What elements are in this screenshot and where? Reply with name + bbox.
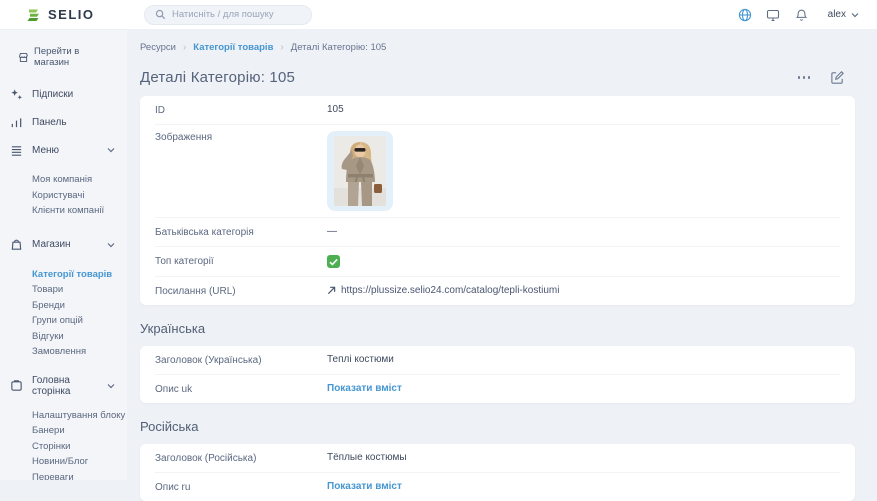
sidebar-item-users[interactable]: Користувачі	[32, 188, 117, 204]
top-category-checkbox[interactable]	[327, 255, 340, 268]
sidebar-item-news-blog[interactable]: Новини/Блог	[32, 454, 117, 470]
row-label: Заголовок (Українська)	[155, 354, 327, 366]
sparkles-icon	[10, 88, 23, 101]
sidebar-item-orders[interactable]: Замовлення	[32, 344, 117, 360]
section-title-russian: Російська	[140, 419, 855, 434]
sidebar-group-label: Магазин	[32, 239, 71, 250]
row-label: Зображення	[155, 131, 327, 143]
sidebar-item-pages[interactable]: Сторінки	[32, 439, 117, 455]
row-label: Опис uk	[155, 383, 327, 395]
external-link-icon	[327, 286, 336, 295]
browser-window-icon	[10, 379, 23, 392]
sidebar-item-advantages[interactable]: Переваги	[32, 470, 117, 481]
bar-chart-icon	[10, 116, 23, 129]
parent-category-value: —	[327, 226, 337, 237]
more-options-icon[interactable]	[796, 72, 813, 83]
sidebar-group-label: Меню	[32, 145, 59, 156]
category-url-link[interactable]: https://plussize.selio24.com/catalog/tep…	[327, 285, 559, 296]
sidebar-item-brands[interactable]: Бренди	[32, 298, 117, 314]
table-row: ID 105	[155, 96, 840, 125]
breadcrumb-resources[interactable]: Ресурси	[140, 42, 176, 53]
show-content-ru-link[interactable]: Показати вміст	[327, 481, 402, 492]
notifications-bell-icon[interactable]	[794, 7, 809, 22]
chevron-down-icon	[107, 383, 115, 389]
url-text: https://plussize.selio24.com/catalog/tep…	[341, 285, 559, 296]
sidebar-item-products[interactable]: Товари	[32, 282, 117, 298]
language-globe-icon[interactable]	[738, 7, 753, 22]
breadcrumb-product-categories[interactable]: Категорії товарів	[193, 42, 273, 53]
category-image-thumbnail[interactable]	[327, 131, 393, 211]
sidebar-group-store[interactable]: Магазин	[10, 237, 117, 253]
chevron-down-icon	[107, 147, 115, 153]
user-name: alex	[828, 9, 846, 20]
row-label: ID	[155, 104, 327, 116]
title-ru-value: Тёплые костюмы	[327, 452, 407, 463]
sidebar-item-option-groups[interactable]: Групи опцій	[32, 313, 117, 329]
sidebar-group-homepage[interactable]: Головна сторінка	[10, 378, 117, 394]
top-bar: SELIO alex	[0, 0, 877, 30]
table-row: Опис uk Показати вміст	[155, 375, 840, 403]
display-icon[interactable]	[766, 7, 781, 22]
edit-icon[interactable]	[830, 70, 845, 85]
sidebar-item-dashboard[interactable]: Панель	[10, 114, 117, 130]
sidebar-item-go-to-store[interactable]: Перейти в магазин	[10, 46, 117, 68]
selio-logo-icon	[26, 7, 42, 23]
table-row: Топ категорії	[155, 247, 840, 277]
sidebar-item-label: Перейти в магазин	[34, 46, 117, 68]
sidebar-item-reviews[interactable]: Відгуки	[32, 329, 117, 345]
logo-text: SELIO	[48, 7, 95, 22]
chevron-down-icon	[107, 242, 115, 248]
title-uk-value: Теплі костюми	[327, 354, 394, 365]
sidebar-item-subscriptions[interactable]: Підписки	[10, 86, 117, 102]
search-input[interactable]	[172, 9, 301, 20]
table-row: Зображення	[155, 125, 840, 218]
sidebar-item-product-categories[interactable]: Категорії товарів	[32, 267, 117, 283]
ukrainian-section-card: Заголовок (Українська) Теплі костюми Опи…	[140, 346, 855, 403]
checkmark-icon	[329, 258, 338, 266]
table-row: Опис ru Показати вміст	[155, 473, 840, 501]
table-row: Посилання (URL) https://plussize.selio24…	[155, 277, 840, 305]
breadcrumb-separator: ›	[280, 42, 283, 53]
sidebar-item-my-company[interactable]: Моя компанія	[32, 172, 117, 188]
row-label: Заголовок (Російська)	[155, 452, 327, 464]
sidebar-item-block-settings[interactable]: Налаштування блоку	[32, 408, 117, 424]
table-row: Батьківська категорія —	[155, 218, 840, 247]
chevron-down-icon	[851, 12, 859, 18]
russian-section-card: Заголовок (Російська) Тёплые костюмы Опи…	[140, 444, 855, 501]
global-search[interactable]	[144, 5, 312, 25]
table-row: Заголовок (Російська) Тёплые костюмы	[155, 444, 840, 473]
category-id-value: 105	[327, 104, 344, 115]
app-logo[interactable]: SELIO	[26, 7, 130, 23]
row-label: Топ категорії	[155, 255, 327, 267]
storefront-icon	[18, 52, 29, 63]
sidebar-item-banners[interactable]: Банери	[32, 423, 117, 439]
menu-lines-icon	[10, 144, 23, 157]
user-menu[interactable]: alex	[828, 9, 859, 20]
category-details-card: ID 105 Зображення	[140, 96, 855, 305]
sidebar: Перейти в магазин Підписки Панель Меню	[0, 30, 127, 480]
breadcrumb-current: Деталі Категорію: 105	[291, 42, 387, 53]
sidebar-item-label: Панель	[32, 117, 67, 128]
show-content-uk-link[interactable]: Показати вміст	[327, 383, 402, 394]
search-icon	[155, 9, 166, 20]
row-label: Посилання (URL)	[155, 285, 327, 297]
breadcrumb: Ресурси › Категорії товарів › Деталі Кат…	[140, 42, 855, 53]
sidebar-group-label: Головна сторінка	[32, 375, 98, 397]
shopping-bag-icon	[10, 238, 23, 251]
page-title: Деталі Категорію: 105	[140, 69, 295, 86]
breadcrumb-separator: ›	[183, 42, 186, 53]
row-label: Батьківська категорія	[155, 226, 327, 238]
sidebar-item-company-clients[interactable]: Клієнти компанії	[32, 203, 117, 219]
sidebar-item-label: Підписки	[32, 89, 73, 100]
section-title-ukrainian: Українська	[140, 321, 855, 336]
table-row: Заголовок (Українська) Теплі костюми	[155, 346, 840, 375]
category-photo	[334, 136, 386, 206]
sidebar-group-menu[interactable]: Меню	[10, 142, 117, 158]
row-label: Опис ru	[155, 481, 327, 493]
main-content: Ресурси › Категорії товарів › Деталі Кат…	[127, 30, 877, 501]
